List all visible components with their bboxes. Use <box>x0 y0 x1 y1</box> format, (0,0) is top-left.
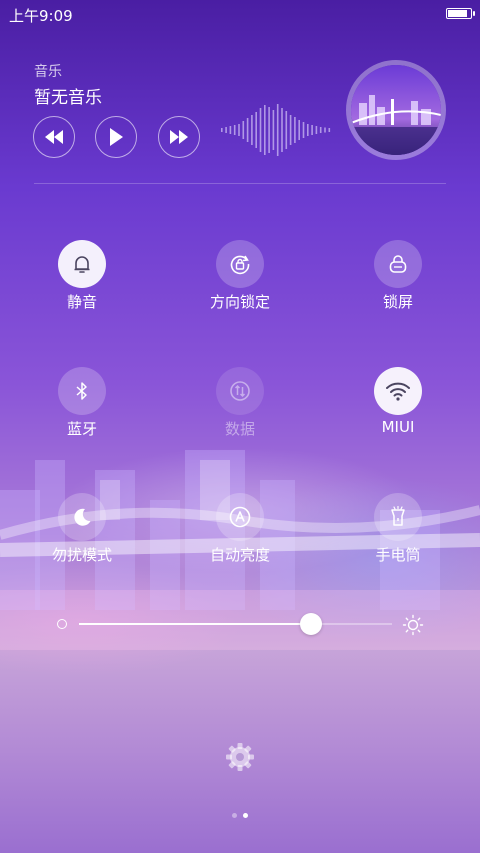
previous-icon <box>45 130 63 144</box>
settings-gear-icon[interactable] <box>224 741 256 773</box>
equalizer-bar <box>264 105 266 155</box>
equalizer-bar <box>298 120 300 140</box>
toggle-rotation-lock[interactable]: 方向锁定 <box>175 240 305 330</box>
page-dot <box>232 813 237 818</box>
equalizer-bar <box>233 125 236 135</box>
equalizer-bar <box>294 117 296 143</box>
equalizer-bar <box>289 115 292 145</box>
page-indicator <box>232 812 252 820</box>
toggle-label: 勿扰模式 <box>51 546 112 564</box>
music-section-label: 音乐 <box>34 64 62 80</box>
toggle-mobile-data[interactable]: 数据 <box>175 367 305 457</box>
play-button[interactable] <box>95 116 137 158</box>
next-button[interactable] <box>158 116 200 158</box>
toggle-label: 手电筒 <box>375 546 421 564</box>
toggle-flashlight[interactable]: 手电筒 <box>333 493 463 583</box>
toggle-lock[interactable]: 锁屏 <box>333 240 463 330</box>
battery-icon <box>446 8 475 19</box>
toggle-label: 静音 <box>66 293 97 311</box>
equalizer-bar <box>259 108 262 152</box>
toggle-wifi[interactable]: MIUI <box>333 367 463 457</box>
equalizer-bar <box>311 125 313 135</box>
album-art[interactable] <box>346 60 446 160</box>
mobile-data-icon <box>216 367 264 415</box>
equalizer-bar <box>246 118 249 142</box>
equalizer-bar <box>328 128 331 132</box>
auto-brightness-icon <box>216 493 264 541</box>
equalizer-bar <box>229 126 232 134</box>
lock-icon <box>374 240 422 288</box>
page-dot <box>243 813 248 818</box>
toggle-bell[interactable]: 静音 <box>17 240 147 330</box>
brightness-slider-fill <box>79 623 311 625</box>
wifi-icon <box>374 367 422 415</box>
equalizer-bar <box>238 124 240 136</box>
toggle-label: 自动亮度 <box>209 546 270 564</box>
equalizer-bar <box>307 124 309 136</box>
equalizer-bar <box>324 127 326 133</box>
equalizer-bar <box>302 122 305 138</box>
equalizer-bar <box>251 115 253 145</box>
equalizer-bar <box>242 121 245 139</box>
brightness-slider-thumb[interactable] <box>300 613 322 635</box>
bell-icon <box>58 240 106 288</box>
equalizer-bar <box>281 108 283 152</box>
equalizer-bar <box>221 128 223 132</box>
toggle-label: 蓝牙 <box>66 420 97 438</box>
equalizer-bar <box>268 107 270 153</box>
play-icon <box>110 128 123 146</box>
next-icon <box>170 130 188 144</box>
brightness-slider[interactable] <box>79 613 392 635</box>
bluetooth-icon <box>58 367 106 415</box>
music-divider <box>34 183 446 184</box>
status-time: 上午9:09 <box>9 7 73 25</box>
toggle-label: 方向锁定 <box>209 293 270 311</box>
toggle-label: 数据 <box>224 420 255 438</box>
moon-icon <box>58 493 106 541</box>
toggle-moon[interactable]: 勿扰模式 <box>17 493 147 583</box>
equalizer-bar <box>272 110 275 150</box>
equalizer-bar <box>276 104 279 156</box>
rotation-lock-icon <box>216 240 264 288</box>
equalizer-visual <box>221 104 331 156</box>
equalizer-bar <box>285 111 288 149</box>
previous-button[interactable] <box>33 116 75 158</box>
equalizer-bar <box>315 126 318 134</box>
flashlight-icon <box>374 493 422 541</box>
brightness-high-icon <box>402 614 424 636</box>
status-bar: 上午9:09 <box>0 0 480 28</box>
toggle-auto-brightness[interactable]: 自动亮度 <box>175 493 305 583</box>
music-track-title: 暂无音乐 <box>34 88 102 108</box>
equalizer-bar <box>225 127 227 133</box>
equalizer-bar <box>319 127 322 133</box>
equalizer-bar <box>255 112 257 148</box>
toggle-bluetooth[interactable]: 蓝牙 <box>17 367 147 457</box>
toggle-label: MIUI <box>381 418 415 436</box>
toggle-label: 锁屏 <box>382 293 413 311</box>
brightness-low-icon <box>57 619 67 629</box>
album-art-image <box>351 65 441 155</box>
